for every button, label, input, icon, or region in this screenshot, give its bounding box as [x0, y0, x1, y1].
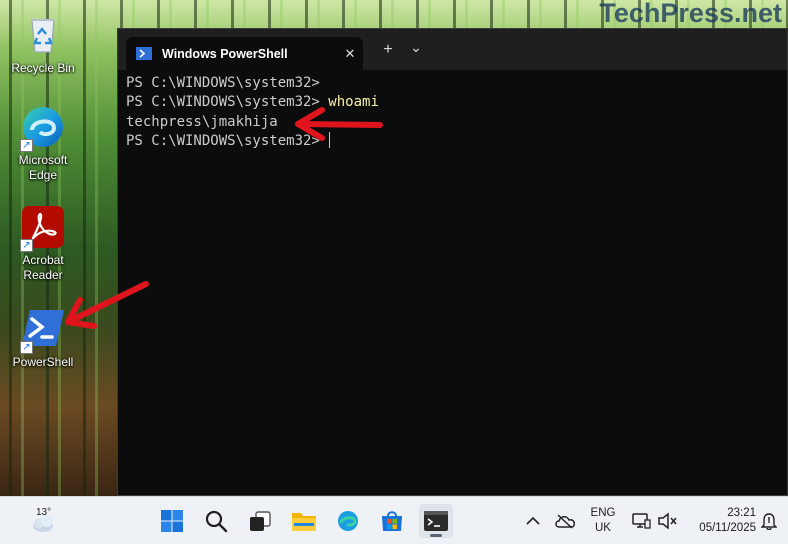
tab-dropdown-icon[interactable]: ⌄	[406, 37, 426, 57]
console-line: PS C:\WINDOWS\system32> whoami	[126, 93, 787, 112]
console-output-text: techpress\jmakhija	[126, 113, 278, 130]
desktop-icon-microsoft-edge[interactable]: ↗ Microsoft Edge	[6, 104, 80, 183]
desktop-icon-acrobat-reader[interactable]: ↗ Acrobat Reader	[6, 204, 80, 283]
recycle-bin-icon	[20, 12, 66, 58]
weather-temperature: 13°	[36, 507, 52, 518]
tab-close-icon[interactable]: ✕	[337, 46, 363, 62]
notification-bell-icon	[761, 513, 777, 530]
search-icon	[205, 510, 228, 533]
console-line: PS C:\WINDOWS\system32>	[126, 131, 787, 151]
start-button[interactable]	[155, 504, 189, 538]
shortcut-arrow-icon: ↗	[20, 139, 33, 152]
terminal-taskbar-button[interactable]	[419, 504, 453, 538]
terminal-icon	[424, 511, 448, 531]
network-icon	[632, 513, 651, 529]
chevron-up-icon	[526, 516, 540, 525]
file-explorer-button[interactable]	[287, 504, 321, 538]
notifications-button[interactable]	[758, 504, 780, 538]
shortcut-arrow-icon: ↗	[20, 341, 33, 354]
title-bar: Windows PowerShell ✕ + ⌄	[118, 29, 787, 70]
tab-windows-powershell[interactable]: Windows PowerShell ✕	[126, 37, 363, 70]
desktop-icon-label: Microsoft Edge	[18, 153, 68, 182]
onedrive-cloud-icon	[555, 514, 575, 529]
desktop-icon-label: PowerShell	[12, 355, 74, 369]
task-view-button[interactable]	[243, 504, 277, 538]
microsoft-store-button[interactable]	[375, 504, 409, 538]
onedrive-button[interactable]	[551, 504, 579, 538]
new-tab-button[interactable]: +	[376, 40, 400, 60]
weather-widget[interactable]: 13°	[22, 504, 66, 538]
console-command: whoami	[319, 94, 379, 111]
edge-icon	[338, 511, 358, 531]
tab-title: Windows PowerShell	[162, 46, 288, 61]
acrobat-icon: ↗	[20, 204, 66, 252]
desktop-icon-label: Acrobat Reader	[22, 253, 64, 282]
file-explorer-icon	[292, 513, 316, 531]
desktop-icon-label: Recycle Bin	[11, 61, 75, 75]
language-code: ENG	[590, 507, 616, 519]
language-region: UK	[595, 522, 611, 534]
network-button[interactable]	[628, 504, 654, 538]
clock[interactable]: 23:21 05/11/2025	[684, 506, 756, 536]
language-indicator[interactable]: ENG UK	[586, 506, 620, 536]
microsoft-store-icon	[382, 511, 402, 531]
console-line: PS C:\WINDOWS\system32>	[126, 74, 787, 93]
console-prompt: PS C:\WINDOWS\system32>	[126, 132, 320, 149]
windows-start-icon	[161, 510, 183, 532]
console-output[interactable]: PS C:\WINDOWS\system32> PS C:\WINDOWS\sys…	[118, 70, 787, 151]
console-command	[320, 133, 328, 149]
watermark: TechPress.net	[599, 0, 782, 28]
edge-icon: ↗	[20, 104, 66, 152]
show-hidden-icons-button[interactable]	[521, 504, 545, 538]
desktop-icon-powershell[interactable]: ↗ PowerShell	[6, 306, 80, 370]
shortcut-arrow-icon: ↗	[20, 239, 33, 252]
text-cursor	[329, 131, 331, 148]
console-line: techpress\jmakhija	[126, 113, 787, 132]
clock-time: 23:21	[727, 507, 756, 519]
volume-muted-icon	[658, 512, 677, 530]
clock-date: 05/11/2025	[699, 522, 756, 534]
desktop-icon-recycle-bin[interactable]: Recycle Bin	[6, 12, 80, 76]
powershell-icon: ↗	[20, 306, 66, 354]
powershell-tab-icon	[136, 47, 152, 60]
console-prompt: PS C:\WINDOWS\system32>	[126, 94, 320, 111]
terminal-window: Windows PowerShell ✕ + ⌄ PS C:\WINDOWS\s…	[117, 28, 788, 496]
search-button[interactable]	[199, 504, 233, 538]
task-view-icon	[250, 511, 271, 531]
edge-taskbar-button[interactable]	[331, 504, 365, 538]
console-prompt: PS C:\WINDOWS\system32>	[126, 75, 320, 91]
taskbar: 13° ENG UK 23:21 05/11/2025	[0, 496, 788, 544]
volume-button[interactable]	[654, 504, 680, 538]
